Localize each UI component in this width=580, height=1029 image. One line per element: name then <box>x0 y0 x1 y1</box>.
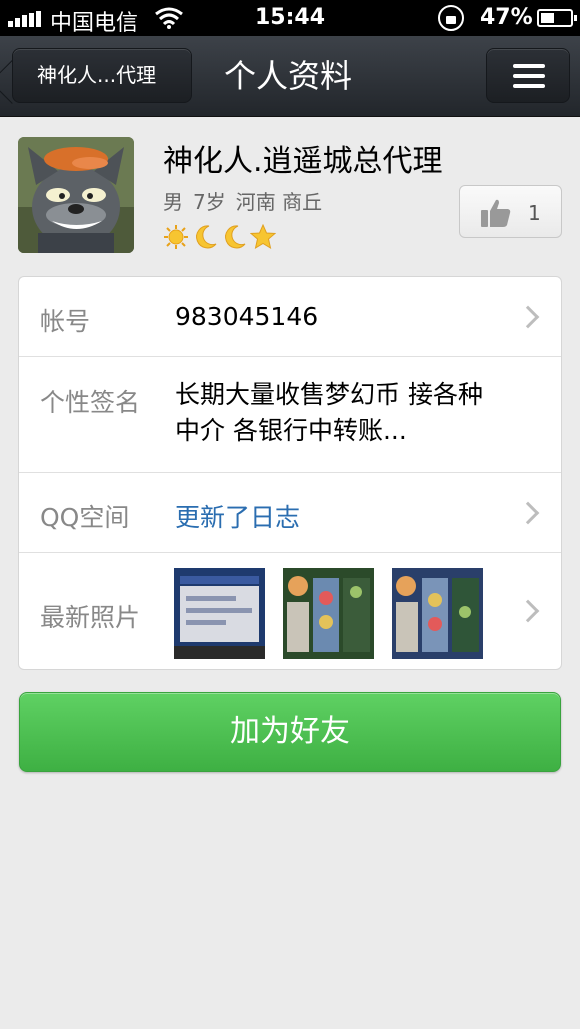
like-count: 1 <box>528 201 541 225</box>
account-value: 983045146 <box>175 302 319 331</box>
add-friend-button[interactable]: 加为好友 <box>19 692 561 772</box>
photo-thumbnail-1[interactable] <box>174 568 265 659</box>
account-row[interactable]: 帐号 983045146 <box>19 277 561 357</box>
avatar-image <box>18 137 134 253</box>
moon-icon <box>196 225 217 249</box>
battery-icon <box>537 9 577 27</box>
sun-icon <box>164 225 188 249</box>
location: 河南 商丘 <box>235 190 323 214</box>
photos-label: 最新照片 <box>40 603 141 632</box>
signature-label: 个性签名 <box>40 388 141 417</box>
like-button[interactable]: 1 <box>459 185 562 238</box>
signature-row: 个性签名 长期大量收售梦幻币 接各种中介 各银行中转账... <box>19 357 561 473</box>
menu-button[interactable] <box>486 48 570 103</box>
qzone-value: 更新了日志 <box>175 503 301 532</box>
photo-thumbnail-3[interactable] <box>392 568 483 659</box>
qzone-row[interactable]: QQ空间 更新了日志 <box>19 473 561 553</box>
thumbs-up-icon <box>481 199 511 227</box>
qzone-label: QQ空间 <box>40 503 130 532</box>
profile-name: 神化人.逍遥城总代理 <box>163 144 443 179</box>
chevron-right-icon <box>516 599 540 623</box>
photo-thumbnail-2[interactable] <box>283 568 374 659</box>
back-button[interactable]: 神化人...代理 <box>12 48 192 103</box>
profile-details-card: 帐号 983045146 个性签名 长期大量收售梦幻币 接各种中介 各银行中转账… <box>18 276 562 670</box>
age: 7岁 <box>193 190 226 214</box>
star-icon <box>250 224 276 250</box>
profile-meta: 男 7岁 河南 商丘 <box>163 186 332 215</box>
battery-percent: 47% <box>480 5 533 30</box>
chevron-right-icon <box>516 501 540 525</box>
gender: 男 <box>163 190 183 214</box>
chevron-right-icon <box>516 305 540 329</box>
signature-value: 长期大量收售梦幻币 接各种中介 各银行中转账... <box>175 380 483 445</box>
status-bar: 中国电信 15:44 47% <box>0 0 580 36</box>
avatar[interactable] <box>18 137 134 253</box>
account-label: 帐号 <box>40 307 91 336</box>
photos-row[interactable]: 最新照片 <box>19 553 561 669</box>
rotation-lock-icon <box>438 5 464 31</box>
moon-icon <box>225 225 246 249</box>
